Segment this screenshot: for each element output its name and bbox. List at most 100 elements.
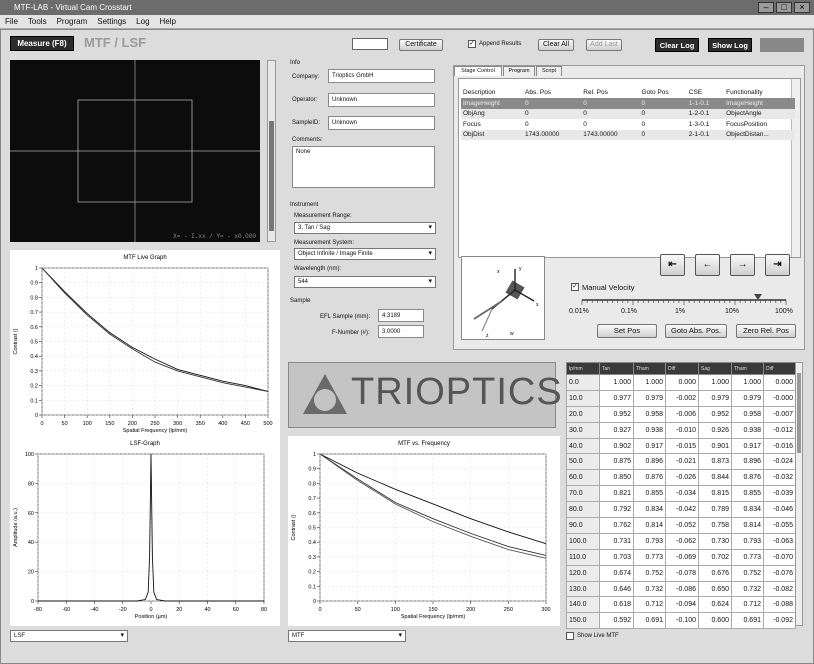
tab-script[interactable]: Script (536, 66, 562, 76)
efl-field[interactable]: 4.3189 (378, 309, 424, 322)
clear-log-button[interactable]: Clear Log (655, 38, 699, 52)
move-far-left-button[interactable]: ⇤ (660, 254, 685, 276)
x-tick-label: 300 (541, 607, 550, 613)
x-tick-label: 200 (128, 421, 137, 427)
comments-field[interactable]: None (292, 146, 435, 188)
y-tick-label: 60 (28, 511, 34, 517)
table-row[interactable]: 110.0 0.703 0.773 -0.069 0.702 0.773 -0.070 (566, 548, 796, 566)
table-cell: 0.646 (599, 580, 634, 598)
title-bar: MTF-LAB - Virtual Cam Crosstart – □ × (0, 0, 814, 15)
table-cell: -0.088 (763, 596, 796, 614)
camera-scrollbar[interactable] (267, 60, 276, 242)
table-row[interactable]: 30.0 0.927 0.938 -0.010 0.926 0.938 -0.012 (566, 421, 796, 439)
operator-field[interactable]: Unknown (328, 93, 435, 107)
lsf-view-select[interactable]: LSF (10, 630, 128, 642)
maximize-button[interactable]: □ (776, 2, 792, 13)
set-pos-button[interactable]: Set Pos (597, 324, 657, 338)
table-row[interactable]: 40.0 0.902 0.917 -0.015 0.901 0.917 -0.016 (566, 437, 796, 455)
table-cell: 0.850 (599, 469, 634, 487)
table-cell: -0.042 (665, 501, 699, 519)
stage-table-cell: 0 (523, 108, 582, 119)
append-results-checkbox[interactable]: ✓ (468, 40, 476, 48)
table-row[interactable]: 90.0 0.762 0.814 -0.052 0.758 0.814 -0.055 (566, 517, 796, 534)
stage-table-row[interactable]: ImageHeight 0 0 0 1-1-0.1 ImageHeight (461, 98, 795, 109)
table-cell: 0.732 (633, 580, 666, 598)
table-row[interactable]: 0.0 1.000 1.000 0.000 1.000 1.000 0.000 (566, 374, 796, 391)
stage-table-row[interactable]: Focus 0 0 0 1-3-0.1 FocusPosition (461, 119, 795, 130)
table-row[interactable]: 150.0 0.592 0.691 -0.100 0.600 0.691 -0.092 (566, 612, 796, 630)
table-cell: 30.0 (566, 421, 600, 439)
tab-stage-control[interactable]: Stage Control (454, 66, 502, 76)
company-field[interactable]: Trioptics GmbH (328, 69, 435, 83)
x-tick-label: 300 (173, 421, 182, 427)
table-row[interactable]: 120.0 0.674 0.752 -0.078 0.676 0.752 -0.076 (566, 564, 796, 582)
stage-table-row[interactable]: ObjDist 1743.00000 1743.00000 0 2-1-0.1 Objec… (461, 129, 795, 140)
table-row[interactable]: 100.0 0.731 0.793 -0.062 0.730 0.793 -0.063 (566, 532, 796, 550)
status-field (352, 38, 388, 50)
tab-program[interactable]: Program (503, 66, 535, 76)
table-row[interactable]: 130.0 0.646 0.732 -0.086 0.650 0.732 -0.082 (566, 580, 796, 598)
certificate-button[interactable]: Certificate (399, 39, 443, 51)
stage-table-cell: 0 (639, 98, 687, 109)
system-dropdown[interactable]: Object Infinite / Image Finite (294, 248, 436, 260)
velocity-tick-label: 100% (775, 308, 793, 315)
sample-id-label: SampleID: (292, 120, 321, 126)
show-live-mtf-checkbox[interactable] (566, 632, 574, 640)
table-cell: -0.076 (763, 564, 796, 582)
mtf-view-select[interactable]: MTF (288, 630, 406, 642)
mtf-table-scrollbar[interactable] (795, 362, 803, 626)
close-button[interactable]: × (794, 2, 810, 13)
table-cell: 0.592 (599, 612, 634, 630)
table-cell: 0.624 (698, 596, 732, 614)
measure-button[interactable]: Measure (F8) (10, 36, 74, 51)
velocity-slider[interactable] (580, 294, 788, 306)
operator-label: Operator: (292, 97, 318, 103)
table-row[interactable]: 60.0 0.850 0.876 -0.026 0.844 0.876 -0.032 (566, 469, 796, 487)
range-dropdown[interactable]: 3. Tan / Sag (294, 222, 436, 234)
table-row[interactable]: 10.0 0.977 0.979 -0.002 0.979 0.979 -0.000 (566, 389, 796, 407)
table-cell: 0.979 (698, 389, 732, 407)
stage-table-cell: 0 (581, 98, 640, 109)
mtf-frequency-chart: MTF vs. Frequency 0 50 100 150 200 250 300 0 0.1 0… (288, 436, 560, 626)
stage-header-functionality: Functionality (726, 88, 763, 96)
x-axis-label: Position (µm) (135, 614, 168, 620)
table-cell: -0.010 (665, 421, 699, 439)
fnumber-field[interactable]: 3.0000 (378, 325, 424, 338)
sample-id-field[interactable]: Unknown (328, 116, 435, 130)
add-last-button[interactable]: Add Last (586, 39, 622, 51)
move-far-right-button[interactable]: ⇥ (765, 254, 790, 276)
manual-velocity-checkbox[interactable]: ✓ (571, 283, 579, 291)
scrollbar-thumb[interactable] (797, 373, 801, 453)
x-tick-label: 200 (466, 607, 475, 613)
table-row[interactable]: 70.0 0.821 0.855 -0.034 0.815 0.855 -0.039 (566, 485, 796, 503)
move-right-button[interactable]: → (730, 254, 755, 276)
scrollbar-thumb[interactable] (269, 121, 274, 231)
table-row[interactable]: 50.0 0.875 0.896 -0.021 0.873 0.896 -0.024 (566, 453, 796, 471)
zero-rel-pos-button[interactable]: Zero Rel. Pos (736, 324, 796, 338)
stage-axes-icon: x y x z w (473, 266, 539, 339)
menu-settings[interactable]: Settings (92, 15, 131, 29)
table-cell: 0.855 (633, 485, 666, 503)
minimize-button[interactable]: – (758, 2, 774, 13)
table-row[interactable]: 140.0 0.618 0.712 -0.094 0.624 0.712 -0.088 (566, 596, 796, 614)
menu-file[interactable]: File (0, 15, 23, 29)
menu-tools[interactable]: Tools (23, 15, 52, 29)
table-cell: 0.600 (698, 612, 732, 630)
wavelength-dropdown[interactable]: 544 (294, 276, 436, 288)
table-cell: 150.0 (566, 612, 600, 630)
comments-label: Comments: (292, 137, 323, 143)
goto-abs-pos-button[interactable]: Goto Abs. Pos. (665, 324, 727, 338)
table-row[interactable]: 20.0 0.952 0.958 -0.006 0.952 0.958 -0.007 (566, 405, 796, 423)
show-log-button[interactable]: Show Log (708, 38, 752, 52)
table-cell: 0.834 (731, 501, 764, 519)
stage-table-row[interactable]: ObjAng 0 0 0 1-2-0.1 ObjectAngle (461, 108, 795, 119)
velocity-slider-thumb[interactable] (754, 294, 762, 300)
menu-help[interactable]: Help (155, 15, 181, 29)
x-tick-label: 80 (261, 607, 267, 613)
table-row[interactable]: 80.0 0.792 0.834 -0.042 0.789 0.834 -0.046 (566, 501, 796, 519)
move-left-button[interactable]: ← (695, 254, 720, 276)
menu-log[interactable]: Log (131, 15, 154, 29)
table-cell: -0.032 (763, 469, 796, 487)
menu-program[interactable]: Program (52, 15, 93, 29)
clear-all-button[interactable]: Clear All (538, 39, 574, 51)
